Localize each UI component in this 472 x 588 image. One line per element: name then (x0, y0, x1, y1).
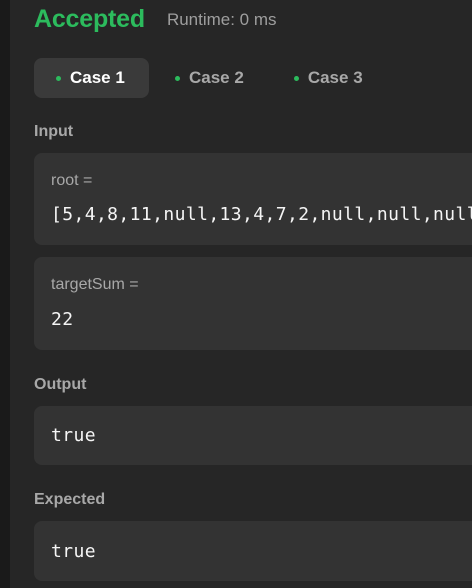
result-header: Accepted Runtime: 0 ms (34, 4, 277, 34)
output-label: Output (34, 376, 87, 393)
passed-dot-icon (175, 75, 180, 81)
tab-label: Case 1 (70, 68, 125, 87)
param-value[interactable]: 22 (51, 309, 73, 330)
input-param-root: root = [5,4,8,11,null,13,4,7,2,null,null… (34, 153, 472, 245)
tab-case-1[interactable]: Case 1 (34, 58, 149, 98)
passed-dot-icon (56, 75, 61, 81)
expected-box: true (34, 521, 472, 581)
passed-dot-icon (293, 75, 299, 81)
test-result-panel: Accepted Runtime: 0 ms Case 1 Case 2 Cas… (10, 0, 472, 588)
case-tabs: Case 1 Case 2 Case 3 (34, 58, 385, 98)
expected-value[interactable]: true (51, 541, 96, 562)
param-name: root = (51, 172, 93, 189)
tab-label: Case 2 (189, 68, 244, 87)
tab-case-2[interactable]: Case 2 (153, 58, 266, 98)
input-label: Input (34, 123, 74, 140)
output-box: true (34, 406, 472, 465)
left-gutter (0, 0, 10, 588)
input-param-targetsum: targetSum = 22 (34, 257, 472, 350)
output-value[interactable]: true (51, 425, 96, 446)
expected-label: Expected (34, 491, 106, 508)
tab-case-3[interactable]: Case 3 (272, 58, 385, 98)
result-status: Accepted (34, 4, 145, 33)
tab-label: Case 3 (307, 68, 363, 87)
param-name: targetSum = (51, 276, 139, 293)
param-value[interactable]: [5,4,8,11,null,13,4,7,2,null,null,null,1… (51, 204, 472, 225)
runtime-label: Runtime: 0 ms (166, 10, 277, 29)
